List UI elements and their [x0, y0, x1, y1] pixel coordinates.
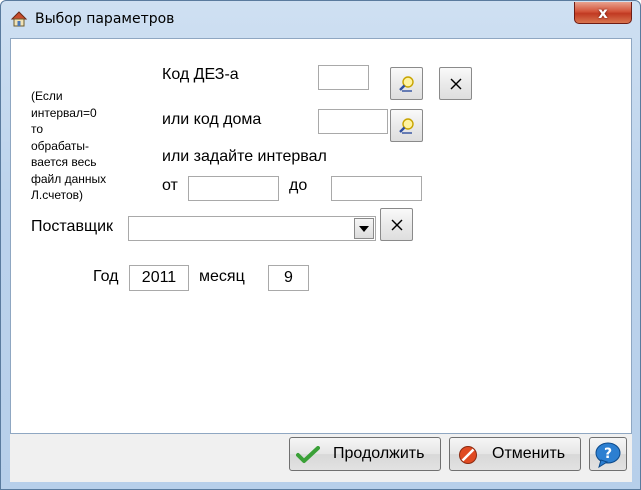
- note-line: обрабаты-: [31, 138, 90, 153]
- cancel-button[interactable]: Отменить: [449, 437, 581, 471]
- note-line: файл данных: [31, 171, 107, 186]
- house-code-label: или код дома: [162, 111, 262, 128]
- interval-label: или задайте интервал: [162, 148, 327, 165]
- from-input[interactable]: [188, 176, 279, 201]
- close-icon: x: [598, 3, 608, 22]
- window-title: Выбор параметров: [35, 11, 175, 27]
- year-input[interactable]: 2011: [129, 265, 189, 291]
- month-label: месяц: [199, 268, 245, 285]
- svg-text:?: ?: [604, 446, 612, 462]
- month-input[interactable]: 9: [268, 265, 309, 291]
- dez-search-button[interactable]: [390, 67, 423, 100]
- help-button[interactable]: ?: [589, 437, 627, 471]
- help-bubble-icon: ?: [595, 442, 621, 469]
- house-code-input[interactable]: [318, 109, 388, 134]
- house-icon: [10, 10, 28, 28]
- title-bar[interactable]: Выбор параметров x: [1, 1, 640, 37]
- dez-code-label: Код ДЕЗ-а: [162, 66, 239, 83]
- continue-label: Продолжить: [333, 445, 425, 462]
- close-icon: [450, 78, 462, 90]
- continue-button[interactable]: Продолжить: [289, 437, 441, 471]
- to-label: до: [289, 177, 308, 194]
- note-line: вается весь: [31, 155, 97, 169]
- supplier-select[interactable]: [128, 216, 376, 241]
- interval-note: (Если интервал=0 то обрабаты- вается вес…: [31, 88, 126, 204]
- checkmark-icon: [296, 446, 320, 463]
- house-search-button[interactable]: [390, 109, 423, 142]
- close-button[interactable]: x: [574, 2, 632, 24]
- cancel-label: Отменить: [492, 445, 566, 462]
- note-line: (Если: [31, 89, 63, 103]
- note-line: Л.счетов): [31, 188, 84, 202]
- note-line: интервал=0: [31, 105, 97, 120]
- dropdown-toggle[interactable]: [354, 218, 374, 239]
- search-icon: [399, 76, 414, 92]
- chevron-down-icon: [359, 225, 369, 232]
- no-entry-icon: [459, 446, 477, 464]
- close-icon: [391, 219, 403, 231]
- note-line: то: [31, 122, 44, 136]
- supplier-clear-button[interactable]: [380, 208, 413, 241]
- supplier-label: Поставщик: [31, 218, 114, 235]
- dez-code-input[interactable]: [318, 65, 369, 90]
- dez-clear-button[interactable]: [439, 67, 472, 100]
- to-input[interactable]: [331, 176, 422, 201]
- from-label: от: [162, 177, 178, 194]
- year-label: Год: [93, 268, 119, 285]
- search-icon: [399, 118, 414, 134]
